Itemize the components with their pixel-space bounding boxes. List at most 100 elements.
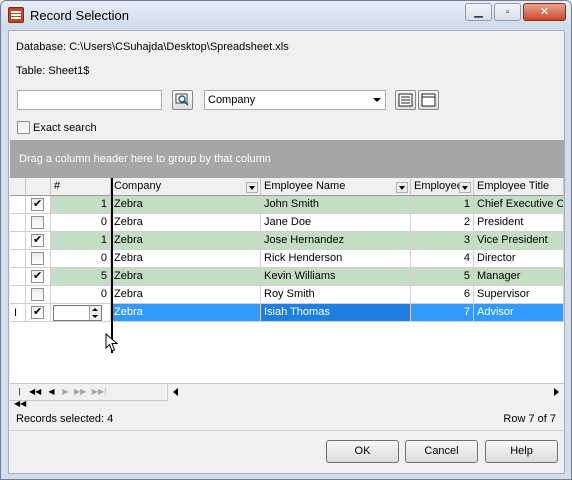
- group-by-panel[interactable]: Drag a column header here to group by th…: [10, 140, 564, 178]
- row-select-checkbox[interactable]: [31, 288, 44, 301]
- filter-dropdown-icon[interactable]: [396, 182, 408, 193]
- search-icon: [175, 93, 189, 106]
- last-record-button[interactable]: ▶▶|: [90, 386, 108, 398]
- employee-id-cell[interactable]: 4: [411, 250, 474, 268]
- employee-title-cell[interactable]: Chief Executive Off: [474, 196, 564, 214]
- search-field-value: Company: [208, 94, 256, 106]
- record-navigator: |◀◀ ◀◀ ◀ ▶ ▶▶ ▶▶|: [10, 384, 564, 408]
- list-view-button[interactable]: [395, 90, 416, 110]
- ok-button[interactable]: OK: [326, 440, 399, 463]
- table-row[interactable]: 1ZebraJohn Smith1Chief Executive Off: [10, 196, 564, 214]
- employee-title-cell[interactable]: President: [474, 214, 564, 232]
- horizontal-scrollbar[interactable]: [167, 384, 564, 401]
- row-select-checkbox[interactable]: [31, 252, 44, 265]
- row-select-checkbox[interactable]: [31, 216, 44, 229]
- row-select-checkbox[interactable]: [31, 305, 44, 319]
- company-cell[interactable]: Zebra: [111, 232, 261, 250]
- employee-title-cell[interactable]: Director: [474, 250, 564, 268]
- row-select-checkbox[interactable]: [31, 197, 44, 211]
- close-button[interactable]: ✕: [523, 3, 566, 21]
- employee-name-cell[interactable]: Rick Henderson: [261, 250, 411, 268]
- select-column-header[interactable]: [26, 178, 51, 196]
- column-header-company-label: Company: [114, 180, 162, 192]
- help-button[interactable]: Help: [485, 440, 558, 463]
- select-cell: [26, 304, 51, 322]
- row-select-checkbox[interactable]: [31, 269, 44, 283]
- company-cell[interactable]: Zebra: [111, 250, 261, 268]
- spin-arrows-icon[interactable]: [89, 306, 101, 320]
- list-view-icon: [398, 93, 413, 107]
- next-record-button[interactable]: ▶: [60, 386, 71, 398]
- employee-name-cell[interactable]: John Smith: [261, 196, 411, 214]
- exact-search-checkbox[interactable]: [17, 121, 30, 134]
- column-header-count[interactable]: #: [51, 178, 111, 196]
- prev-record-button[interactable]: ◀: [46, 386, 57, 398]
- employee-name-cell[interactable]: Kevin Williams: [261, 268, 411, 286]
- employee-id-cell[interactable]: 2: [411, 214, 474, 232]
- employee-id-cell[interactable]: 7: [411, 304, 474, 322]
- minimize-button[interactable]: ▁: [465, 3, 492, 21]
- table-row[interactable]: 1ZebraJose Hernandez3Vice President: [10, 232, 564, 250]
- window-title: Record Selection: [30, 8, 129, 23]
- column-header-company[interactable]: Company: [111, 178, 261, 196]
- scroll-right-icon[interactable]: [554, 388, 559, 396]
- column-header-employee-title-label: Employee Title: [477, 180, 550, 192]
- table-row[interactable]: 0 Zebra Roy Smith 6 Supervisor: [10, 286, 564, 304]
- employee-id-cell[interactable]: 6: [411, 286, 474, 304]
- company-cell[interactable]: Zebra: [111, 304, 261, 322]
- count-cell[interactable]: 5: [51, 268, 111, 286]
- search-button[interactable]: [172, 90, 193, 110]
- column-header-employee-id[interactable]: Employee: [411, 178, 474, 196]
- row-select-checkbox[interactable]: [31, 233, 44, 247]
- count-spin-editor[interactable]: 3: [53, 305, 102, 321]
- prev-page-button[interactable]: ◀◀: [29, 386, 41, 398]
- employee-id-cell[interactable]: 5: [411, 268, 474, 286]
- table-row[interactable]: 5ZebraKevin Williams5Manager: [10, 268, 564, 286]
- database-label: Database: C:\Users\CSuhajda\Desktop\Spre…: [16, 41, 289, 53]
- column-header-employee-name-label: Employee Name: [264, 180, 346, 192]
- select-cell: [26, 196, 51, 214]
- employee-title-cell[interactable]: Advisor: [474, 304, 564, 322]
- employee-id-cell[interactable]: 3: [411, 232, 474, 250]
- employee-name-cell[interactable]: Jane Doe: [261, 214, 411, 232]
- employee-id-cell[interactable]: 1: [411, 196, 474, 214]
- chevron-down-icon: [373, 98, 381, 102]
- employee-name-cell[interactable]: Jose Hernandez: [261, 232, 411, 250]
- table-row[interactable]: 0 Zebra Jane Doe 2 President: [10, 214, 564, 232]
- search-field-combo[interactable]: Company: [204, 90, 386, 110]
- table-label: Table: Sheet1$: [16, 65, 90, 77]
- count-cell[interactable]: 1: [51, 232, 111, 250]
- column-drag-indicator: [111, 178, 113, 353]
- first-record-button[interactable]: |◀◀: [14, 386, 26, 408]
- company-cell[interactable]: Zebra: [111, 286, 261, 304]
- company-cell[interactable]: Zebra: [111, 268, 261, 286]
- count-cell[interactable]: 0: [51, 286, 111, 304]
- search-input[interactable]: [17, 90, 162, 110]
- count-cell[interactable]: 1: [51, 196, 111, 214]
- count-cell[interactable]: 0: [51, 214, 111, 232]
- maximize-button[interactable]: ▫: [494, 3, 521, 21]
- employee-title-cell[interactable]: Supervisor: [474, 286, 564, 304]
- title-bar[interactable]: Record Selection ▁ ▫ ✕: [1, 1, 571, 29]
- filter-dropdown-icon[interactable]: [246, 182, 258, 193]
- next-page-button[interactable]: ▶▶: [74, 386, 86, 398]
- record-selection-window: Record Selection ▁ ▫ ✕ Database: C:\User…: [0, 0, 572, 480]
- table-row[interactable]: 0 Zebra Rick Henderson 4 Director: [10, 250, 564, 268]
- filter-dropdown-icon[interactable]: [459, 182, 471, 193]
- employee-name-cell[interactable]: Isiah Thomas: [261, 304, 411, 322]
- count-cell[interactable]: 3: [51, 304, 111, 322]
- column-header-employee-id-label: Employee: [414, 180, 463, 192]
- form-view-button[interactable]: [418, 90, 439, 110]
- table-row[interactable]: I 3 ZebraIsiah Thomas7Advisor: [10, 304, 564, 322]
- company-cell[interactable]: Zebra: [111, 196, 261, 214]
- employee-title-cell[interactable]: Vice President: [474, 232, 564, 250]
- column-header-employee-name[interactable]: Employee Name: [261, 178, 411, 196]
- company-cell[interactable]: Zebra: [111, 214, 261, 232]
- scroll-left-icon[interactable]: [173, 388, 178, 396]
- count-cell[interactable]: 0: [51, 250, 111, 268]
- employee-name-cell[interactable]: Roy Smith: [261, 286, 411, 304]
- column-header-employee-title[interactable]: Employee Title: [474, 178, 564, 196]
- employee-title-cell[interactable]: Manager: [474, 268, 564, 286]
- exact-search-label[interactable]: Exact search: [33, 122, 97, 134]
- cancel-button[interactable]: Cancel: [405, 440, 478, 463]
